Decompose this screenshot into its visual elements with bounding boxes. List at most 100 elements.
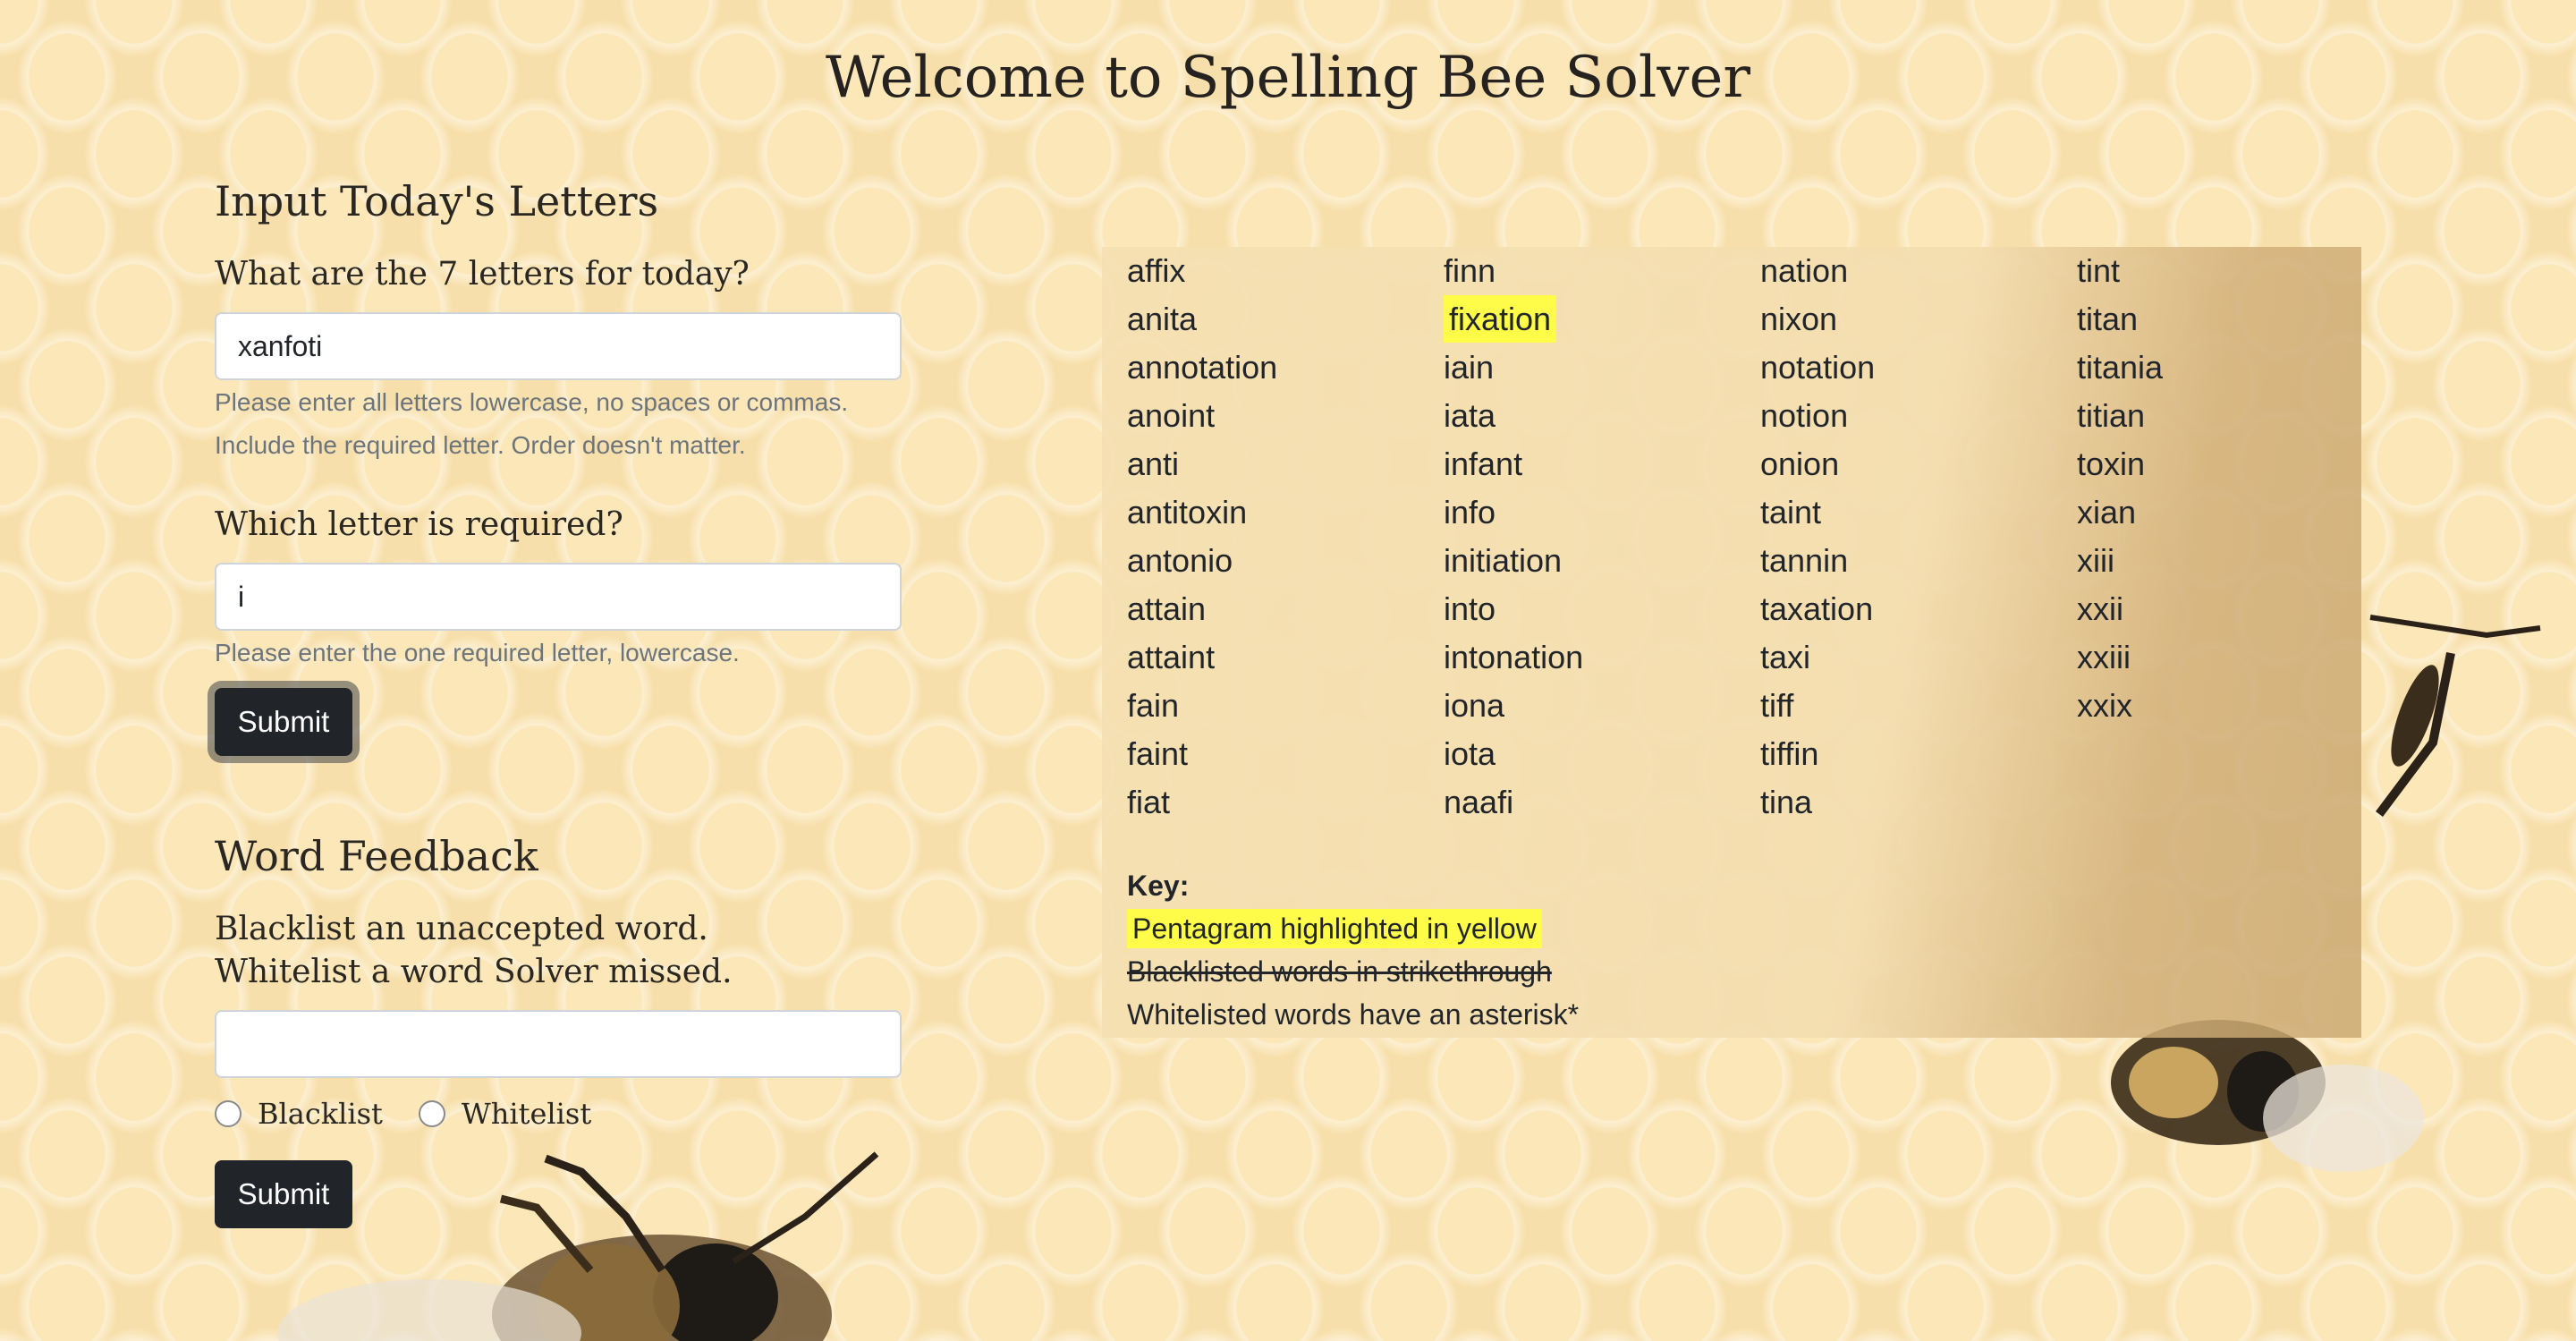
solution-word-text: xxii bbox=[2077, 590, 2123, 627]
word-column-2: finn fixation iain iata infant info initiation… bbox=[1444, 247, 1583, 827]
solution-word: faint bbox=[1127, 730, 1277, 778]
key-title: Key: bbox=[1127, 870, 1190, 902]
solution-word-text: tannin bbox=[1760, 542, 1849, 579]
solution-word-text: finn bbox=[1444, 252, 1496, 289]
solution-word-text: taxation bbox=[1760, 590, 1874, 627]
solution-word: anita bbox=[1127, 295, 1277, 344]
solution-word: anoint bbox=[1127, 392, 1277, 440]
word-column-1: affix anita annotation anoint anti antitoxin a… bbox=[1127, 247, 1277, 827]
solution-word: taxation bbox=[1760, 585, 1875, 633]
solution-word-text: fain bbox=[1127, 687, 1180, 724]
solution-word-text: tint bbox=[2077, 252, 2121, 289]
solution-word: antitoxin bbox=[1127, 488, 1277, 537]
solution-word: titian bbox=[2077, 392, 2163, 440]
solution-word: iata bbox=[1444, 392, 1583, 440]
letters-input[interactable] bbox=[215, 312, 902, 380]
list-type-radio-group: Blacklist Whitelist bbox=[215, 1097, 591, 1131]
solution-word: info bbox=[1444, 488, 1583, 537]
solution-word: affix bbox=[1127, 247, 1277, 295]
solution-word: xian bbox=[2077, 488, 2163, 537]
solution-word-text: tina bbox=[1760, 784, 1813, 820]
solution-word: infant bbox=[1444, 440, 1583, 488]
solution-word: finn bbox=[1444, 247, 1583, 295]
solution-word-text: annotation bbox=[1127, 349, 1278, 386]
solution-word-text: iona bbox=[1444, 687, 1505, 724]
solution-word-text: anita bbox=[1127, 301, 1198, 337]
solution-word-text: into bbox=[1444, 590, 1496, 627]
solution-word: fiat bbox=[1127, 778, 1277, 827]
key-pentagram: Pentagram highlighted in yellow bbox=[1127, 909, 1542, 948]
solution-word: iota bbox=[1444, 730, 1583, 778]
word-column-3: nation nixon notation notion onion taint tanni… bbox=[1760, 247, 1875, 827]
solution-word-text: nation bbox=[1760, 252, 1849, 289]
solution-word-text: onion bbox=[1760, 446, 1840, 482]
solution-word-text: tiffin bbox=[1760, 735, 1819, 772]
solution-word-text: iata bbox=[1444, 397, 1496, 434]
solution-word: tannin bbox=[1760, 537, 1875, 585]
solution-word-text: tiff bbox=[1760, 687, 1794, 724]
solution-word-text: faint bbox=[1127, 735, 1189, 772]
solution-word: toxin bbox=[2077, 440, 2163, 488]
solution-word-text: iain bbox=[1444, 349, 1495, 386]
solution-word: tiff bbox=[1760, 682, 1875, 730]
feedback-submit-button[interactable]: Submit bbox=[215, 1160, 352, 1228]
solution-word: titania bbox=[2077, 344, 2163, 392]
solution-word: onion bbox=[1760, 440, 1875, 488]
whitelist-radio[interactable] bbox=[418, 1100, 445, 1127]
solution-word-text: infant bbox=[1444, 446, 1523, 482]
solution-word-text: xxiii bbox=[2077, 639, 2131, 675]
solution-word: anti bbox=[1127, 440, 1277, 488]
word-column-4: tint titan titania titian toxin xian xiii xxii x… bbox=[2077, 247, 2163, 730]
feedback-word-input[interactable] bbox=[215, 1010, 902, 1078]
solution-word: tint bbox=[2077, 247, 2163, 295]
solution-word-text: taxi bbox=[1760, 639, 1811, 675]
solution-word: notation bbox=[1760, 344, 1875, 392]
blacklist-radio[interactable] bbox=[215, 1100, 242, 1127]
solution-word: fain bbox=[1127, 682, 1277, 730]
letters-form-heading: Input Today's Letters bbox=[215, 177, 659, 225]
solution-word: notion bbox=[1760, 392, 1875, 440]
key-blacklisted: Blacklisted words in strikethrough bbox=[1127, 955, 1552, 988]
solution-word: annotation bbox=[1127, 344, 1277, 392]
solution-word: fixation bbox=[1444, 295, 1583, 344]
solution-word-text: xiii bbox=[2077, 542, 2114, 579]
solution-word-text: anoint bbox=[1127, 397, 1216, 434]
key-whitelisted: Whitelisted words have an asterisk* bbox=[1127, 998, 1580, 1031]
solution-word-text: xian bbox=[2077, 494, 2137, 530]
solution-word-text: iota bbox=[1444, 735, 1496, 772]
solution-word-text: naafi bbox=[1444, 784, 1514, 820]
letters-help-2: Include the required letter. Order doesn… bbox=[215, 431, 746, 459]
solution-word: antonio bbox=[1127, 537, 1277, 585]
solution-word-text: antonio bbox=[1127, 542, 1233, 579]
letters-label: What are the 7 letters for today? bbox=[215, 256, 750, 293]
solution-word-text: toxin bbox=[2077, 446, 2146, 482]
solution-word-text: attaint bbox=[1127, 639, 1216, 675]
solution-word-text: titania bbox=[2077, 349, 2164, 386]
solution-word: tiffin bbox=[1760, 730, 1875, 778]
letters-submit-button[interactable]: Submit bbox=[215, 688, 352, 756]
whitelist-radio-label[interactable]: Whitelist bbox=[462, 1097, 591, 1131]
solution-word: xxiii bbox=[2077, 633, 2163, 682]
solution-word-text: antitoxin bbox=[1127, 494, 1248, 530]
solutions-panel: affix anita annotation anoint anti antitoxin a… bbox=[1102, 247, 2361, 1038]
required-letter-input[interactable] bbox=[215, 563, 902, 631]
solution-word-text: titan bbox=[2077, 301, 2139, 337]
solution-word: taxi bbox=[1760, 633, 1875, 682]
solution-word-text: affix bbox=[1127, 252, 1186, 289]
solution-word-text: titian bbox=[2077, 397, 2146, 434]
blacklist-radio-label[interactable]: Blacklist bbox=[258, 1097, 383, 1131]
solution-word-text: initiation bbox=[1444, 542, 1563, 579]
solution-word-text: anti bbox=[1127, 446, 1180, 482]
solution-word-text: fiat bbox=[1127, 784, 1171, 820]
solution-word-text: intonation bbox=[1444, 639, 1584, 675]
solution-word: naafi bbox=[1444, 778, 1583, 827]
solution-word: xxix bbox=[2077, 682, 2163, 730]
solution-word: initiation bbox=[1444, 537, 1583, 585]
required-letter-label: Which letter is required? bbox=[215, 506, 623, 543]
solution-word-text: taint bbox=[1760, 494, 1822, 530]
solution-word-text: notion bbox=[1760, 397, 1849, 434]
solution-word: intonation bbox=[1444, 633, 1583, 682]
solution-word: attaint bbox=[1127, 633, 1277, 682]
solution-word: xxii bbox=[2077, 585, 2163, 633]
required-letter-help: Please enter the one required letter, lo… bbox=[215, 639, 740, 666]
